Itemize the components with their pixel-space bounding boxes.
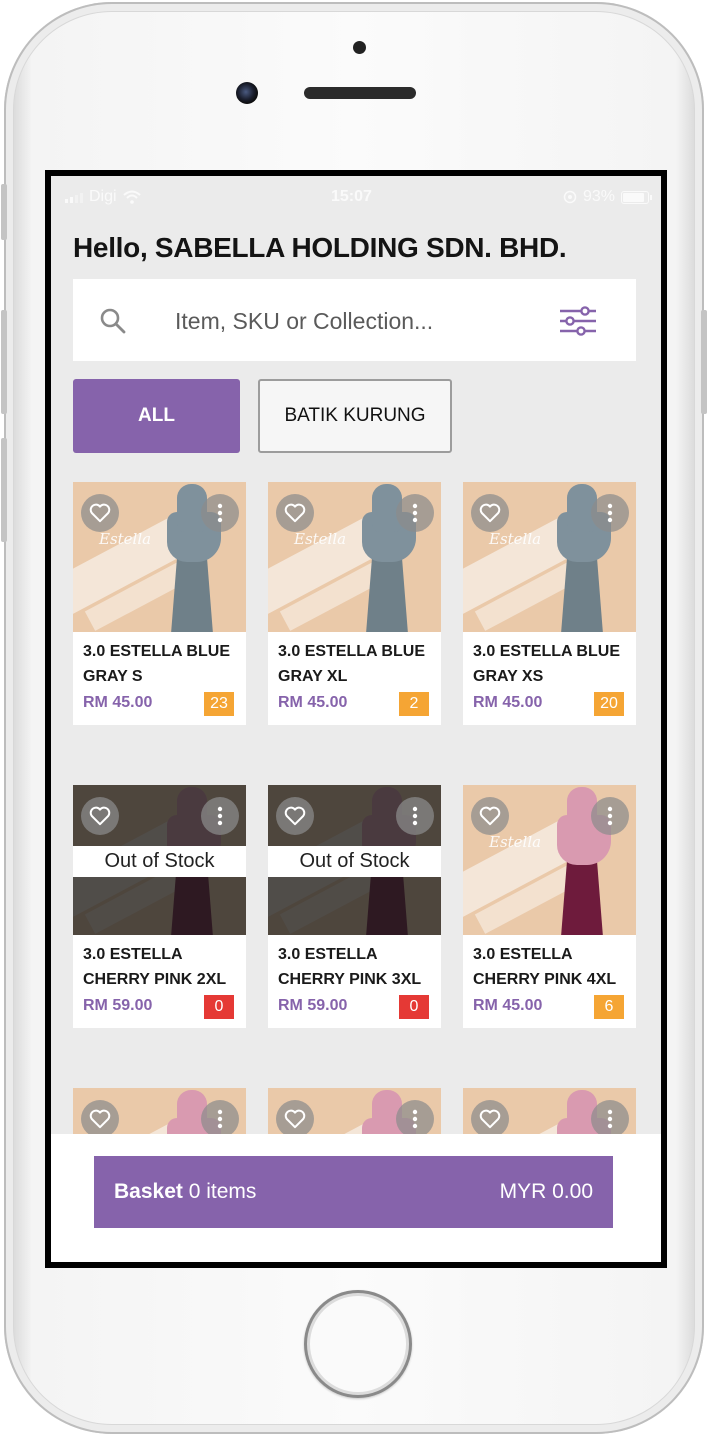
search-bar [73,279,636,361]
more-options-icon[interactable] [396,797,434,835]
filter-chip-all[interactable]: ALL [73,379,240,453]
status-bar: Digi 15:07 93% [51,176,661,218]
heart-icon[interactable] [471,1100,509,1138]
heart-icon[interactable] [276,797,314,835]
product-name: 3.0 ESTELLA BLUE GRAY S [83,643,230,685]
stock-badge: 0 [204,995,234,1019]
earpiece-speaker [304,87,416,99]
basket-count: 0 items [188,1180,257,1203]
search-icon[interactable] [99,307,127,335]
product-card[interactable]: Out of Stock 3.0 ESTELLA CHERRY PINK 2XL… [73,785,246,1028]
proximity-sensor [353,41,366,54]
stock-badge: 0 [399,995,429,1019]
carrier-label: Digi [89,188,117,205]
filter-sliders-icon[interactable] [557,305,599,337]
out-of-stock-label: Out of Stock [268,846,441,877]
more-options-icon[interactable] [591,797,629,835]
brand-logo: Estella [99,530,152,548]
stock-badge: 2 [399,692,429,716]
heart-icon[interactable] [471,797,509,835]
product-price: RM 59.00 [278,997,348,1014]
basket-bar: Basket 0 items MYR 0.00 [51,1134,661,1262]
product-card[interactable]: Estella 3.0 ESTELLA BLUE GRAY XL RM 45.0… [268,482,441,725]
product-card[interactable]: Estella 3.0 ESTELLA BLUE GRAY XS RM 45.0… [463,482,636,725]
product-name: 3.0 ESTELLA CHERRY PINK 4XL [473,946,617,988]
screen: Digi 15:07 93% Hello, SABELLA HOLDING SD… [45,170,667,1268]
mute-switch [1,184,7,240]
location-icon [563,190,577,204]
more-options-icon[interactable] [591,1100,629,1138]
signal-icon [65,191,83,203]
product-card[interactable]: Estella 3.0 ESTELLA BLUE GRAY S RM 45.00… [73,482,246,725]
search-input[interactable] [173,301,537,341]
brand-logo: Estella [294,530,347,548]
greeting-title: Hello, SABELLA HOLDING SDN. BHD. [73,232,567,263]
out-of-stock-label: Out of Stock [73,846,246,877]
more-options-icon[interactable] [396,494,434,532]
heart-icon[interactable] [471,494,509,532]
heart-icon[interactable] [81,1100,119,1138]
home-button[interactable] [304,1290,412,1398]
product-price: RM 45.00 [473,694,543,711]
battery-percent: 93% [582,188,615,205]
basket-label: Basket [114,1180,183,1203]
basket-button[interactable]: Basket 0 items MYR 0.00 [94,1156,613,1228]
stock-badge: 6 [594,995,624,1019]
more-options-icon[interactable] [201,1100,239,1138]
more-options-icon[interactable] [201,494,239,532]
battery-icon [621,190,652,204]
heart-icon[interactable] [276,494,314,532]
product-price: RM 45.00 [473,997,543,1014]
brand-logo: Estella [489,833,542,851]
product-price: RM 45.00 [83,694,153,711]
stock-badge: 20 [594,692,624,716]
basket-total: MYR 0.00 [499,1180,593,1203]
filter-chip-batik-kurung[interactable]: BATIK KURUNG [258,379,452,453]
heart-icon[interactable] [81,494,119,532]
product-price: RM 59.00 [83,997,153,1014]
product-price: RM 45.00 [278,694,348,711]
brand-logo: Estella [489,530,542,548]
product-name: 3.0 ESTELLA CHERRY PINK 2XL [83,946,227,988]
power-button [701,310,707,414]
more-options-icon[interactable] [591,494,629,532]
product-name: 3.0 ESTELLA BLUE GRAY XL [278,643,425,685]
app-screen: Digi 15:07 93% Hello, SABELLA HOLDING SD… [51,176,661,1262]
basket-summary: Basket 0 items [114,1180,256,1204]
volume-down-button [1,438,7,542]
stock-badge: 23 [204,692,234,716]
product-card[interactable]: Estella 3.0 ESTELLA CHERRY PINK 4XL RM 4… [463,785,636,1028]
heart-icon[interactable] [81,797,119,835]
clock: 15:07 [331,188,372,205]
more-options-icon[interactable] [396,1100,434,1138]
product-name: 3.0 ESTELLA CHERRY PINK 3XL [278,946,422,988]
wifi-icon [122,190,141,204]
more-options-icon[interactable] [201,797,239,835]
heart-icon[interactable] [276,1100,314,1138]
volume-up-button [1,310,7,414]
front-camera-icon [236,82,258,104]
product-card[interactable]: Out of Stock 3.0 ESTELLA CHERRY PINK 3XL… [268,785,441,1028]
product-name: 3.0 ESTELLA BLUE GRAY XS [473,643,620,685]
